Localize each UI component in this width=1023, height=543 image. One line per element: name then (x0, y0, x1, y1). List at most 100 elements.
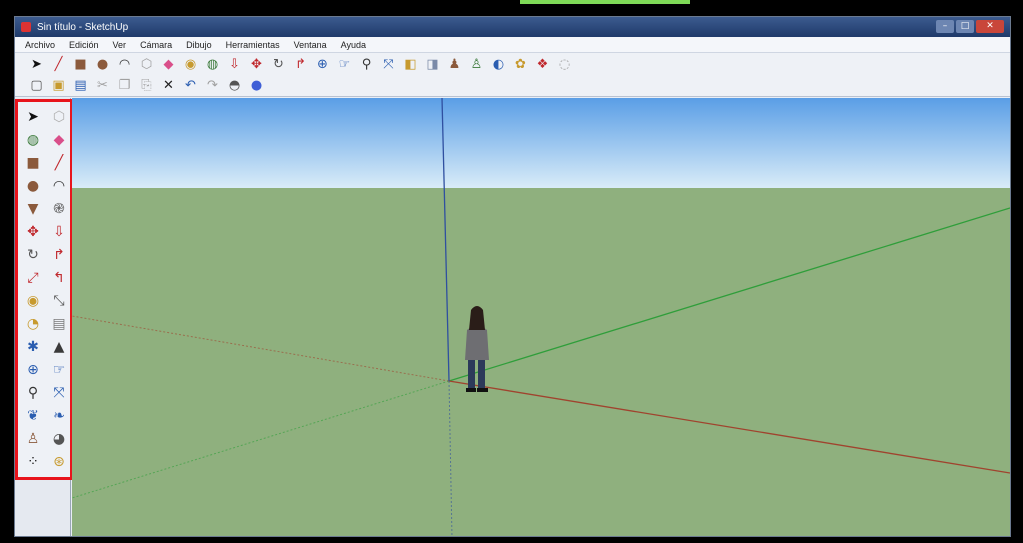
paste-button[interactable]: ⎘ (137, 76, 156, 95)
rectangle-button[interactable]: ■ (71, 55, 90, 74)
follow-me-icon: ↱ (295, 56, 306, 72)
rotate-button[interactable]: ↻ (22, 244, 44, 266)
redo-button[interactable]: ↷ (203, 76, 222, 95)
position-camera-button[interactable]: ♟ (445, 55, 464, 74)
menu-herramientas[interactable]: Herramientas (226, 40, 280, 50)
orbit-button[interactable]: ⊕ (22, 359, 44, 381)
get-models-button[interactable]: ◐ (489, 55, 508, 74)
pan-button[interactable]: ☞ (48, 359, 70, 381)
next-view-icon: ❧ (53, 408, 65, 424)
arc-icon: ◠ (52, 178, 66, 194)
circle-button[interactable]: ● (22, 175, 44, 197)
zoom-button[interactable]: ⚲ (22, 382, 44, 404)
open-folder-button[interactable]: ▣ (49, 76, 68, 95)
menu-ayuda[interactable]: Ayuda (341, 40, 366, 50)
move-button[interactable]: ✥ (22, 221, 44, 243)
menu-dibujo[interactable]: Dibujo (186, 40, 212, 50)
look-around-button[interactable]: ◕ (48, 428, 70, 450)
copy-button[interactable]: ❐ (115, 76, 134, 95)
arc-button[interactable]: ◠ (48, 175, 70, 197)
follow-me-button[interactable]: ↱ (291, 55, 310, 74)
next-view-button[interactable]: ❧ (48, 405, 70, 427)
delete-button[interactable]: ✕ (159, 76, 178, 95)
paint-bucket-button[interactable]: ◍ (22, 129, 44, 151)
follow-me-button[interactable]: ↱ (48, 244, 70, 266)
walk-button[interactable]: ♙ (467, 55, 486, 74)
line-pencil-button[interactable]: ╱ (49, 55, 68, 74)
print-button[interactable]: ◓ (225, 76, 244, 95)
menu-edicion[interactable]: Edición (69, 40, 99, 50)
tape-measure-button[interactable]: ◉ (22, 290, 44, 312)
polygon-button[interactable]: ▼ (22, 198, 44, 220)
zoom-button[interactable]: ⚲ (357, 55, 376, 74)
title-bar[interactable]: Sin título - SketchUp – □ ✕ (15, 17, 1010, 37)
push-pull-button[interactable]: ⇩ (225, 55, 244, 74)
circle-button[interactable]: ● (93, 55, 112, 74)
zoom-extents-button[interactable]: ⤧ (48, 382, 70, 404)
scale-button[interactable]: ⤢ (22, 267, 44, 289)
rotate-button[interactable]: ↻ (269, 55, 288, 74)
app-icon (21, 22, 31, 32)
previous-view-button[interactable]: ◧ (401, 55, 420, 74)
position-camera-button[interactable]: ♙ (22, 428, 44, 450)
select-arrow-icon: ➤ (31, 56, 42, 72)
rectangle-button[interactable]: ■ (22, 152, 44, 174)
open-folder-icon: ▣ (52, 78, 65, 93)
move-button[interactable]: ✥ (247, 55, 266, 74)
close-button[interactable]: ✕ (976, 20, 1004, 33)
share-model-button[interactable]: ✿ (511, 55, 530, 74)
previous-view-button[interactable]: ❦ (22, 405, 44, 427)
components-button[interactable]: ❖ (533, 55, 552, 74)
push-pull-button[interactable]: ⇩ (48, 221, 70, 243)
maximize-button[interactable]: □ (956, 20, 974, 33)
orbit-button[interactable]: ⊕ (313, 55, 332, 74)
scene-canvas[interactable] (72, 98, 1010, 537)
offset-button[interactable]: ↰ (48, 267, 70, 289)
undo-button[interactable]: ↶ (181, 76, 200, 95)
components-icon: ❖ (536, 56, 549, 72)
save-button[interactable]: ▤ (71, 76, 90, 95)
main-toolbar: ➤ ╱ ■ ● ◠ ⬡ ◆ ◉ ◍ ⇩ ✥ ↻ ↱ ⊕ ☞ ⚲ ⤧ ◧ ◨ ♟ ♙ ◐ ✿ ❖ ◌ (15, 53, 1010, 75)
eraser-button[interactable]: ◆ (48, 129, 70, 151)
tape-measure-button[interactable]: ◉ (181, 55, 200, 74)
walk-icon: ⁘ (27, 454, 39, 470)
3d-text-button[interactable]: ▲ (48, 336, 70, 358)
drawing-viewport[interactable] (72, 98, 1010, 537)
new-file-button[interactable]: ▢ (27, 76, 46, 95)
window-title: Sin título - SketchUp (37, 21, 129, 33)
arc-button[interactable]: ◠ (115, 55, 134, 74)
cut-button[interactable]: ✂ (93, 76, 112, 95)
select-arrow-button[interactable]: ➤ (22, 106, 44, 128)
menu-ventana[interactable]: Ventana (294, 40, 327, 50)
zoom-extents-button[interactable]: ⤧ (379, 55, 398, 74)
menu-archivo[interactable]: Archivo (25, 40, 55, 50)
pan-button[interactable]: ☞ (335, 55, 354, 74)
menu-camara[interactable]: Cámara (140, 40, 172, 50)
model-info-button[interactable]: ● (247, 76, 266, 95)
large-tool-set-toolbar: ➤ ⬡ ◍ ◆ ■ ╱ ● ◠ ▼ ֎ ✥ ⇩ ↻ ↱ ⤢ ↰ ◉ ⤡ ◔ ▤ ✱ ▲ ⊕ ☞ ⚲ ⤧ ❦ ❧ ♙ ◕ ⁘ ⊛ (15, 99, 73, 480)
follow-me-icon: ↱ (53, 247, 65, 263)
ground (72, 188, 1010, 536)
eraser-button[interactable]: ◆ (159, 55, 178, 74)
select-arrow-button[interactable]: ➤ (27, 55, 46, 74)
next-view-button[interactable]: ◨ (423, 55, 442, 74)
axes-icon: ✱ (27, 339, 39, 355)
section-plane-button[interactable]: ⊛ (48, 451, 70, 473)
minimize-button[interactable]: – (936, 20, 954, 33)
share-model-icon: ✿ (515, 56, 526, 72)
protractor-button[interactable]: ◔ (22, 313, 44, 335)
rectangle-icon: ■ (26, 155, 40, 171)
menu-ver[interactable]: Ver (113, 40, 127, 50)
line-pencil-button[interactable]: ╱ (48, 152, 70, 174)
dimension-button[interactable]: ⤡ (48, 290, 70, 312)
walk-button[interactable]: ⁘ (22, 451, 44, 473)
axes-button[interactable]: ✱ (22, 336, 44, 358)
text-button[interactable]: ▤ (48, 313, 70, 335)
extension-button[interactable]: ◌ (555, 55, 574, 74)
make-component-button[interactable]: ⬡ (48, 106, 70, 128)
freehand-button[interactable]: ֎ (48, 198, 70, 220)
zoom-extents-icon: ⤧ (53, 385, 65, 401)
paint-bucket-button[interactable]: ◍ (203, 55, 222, 74)
polygon-button[interactable]: ⬡ (137, 55, 156, 74)
tape-measure-icon: ◉ (184, 56, 197, 72)
